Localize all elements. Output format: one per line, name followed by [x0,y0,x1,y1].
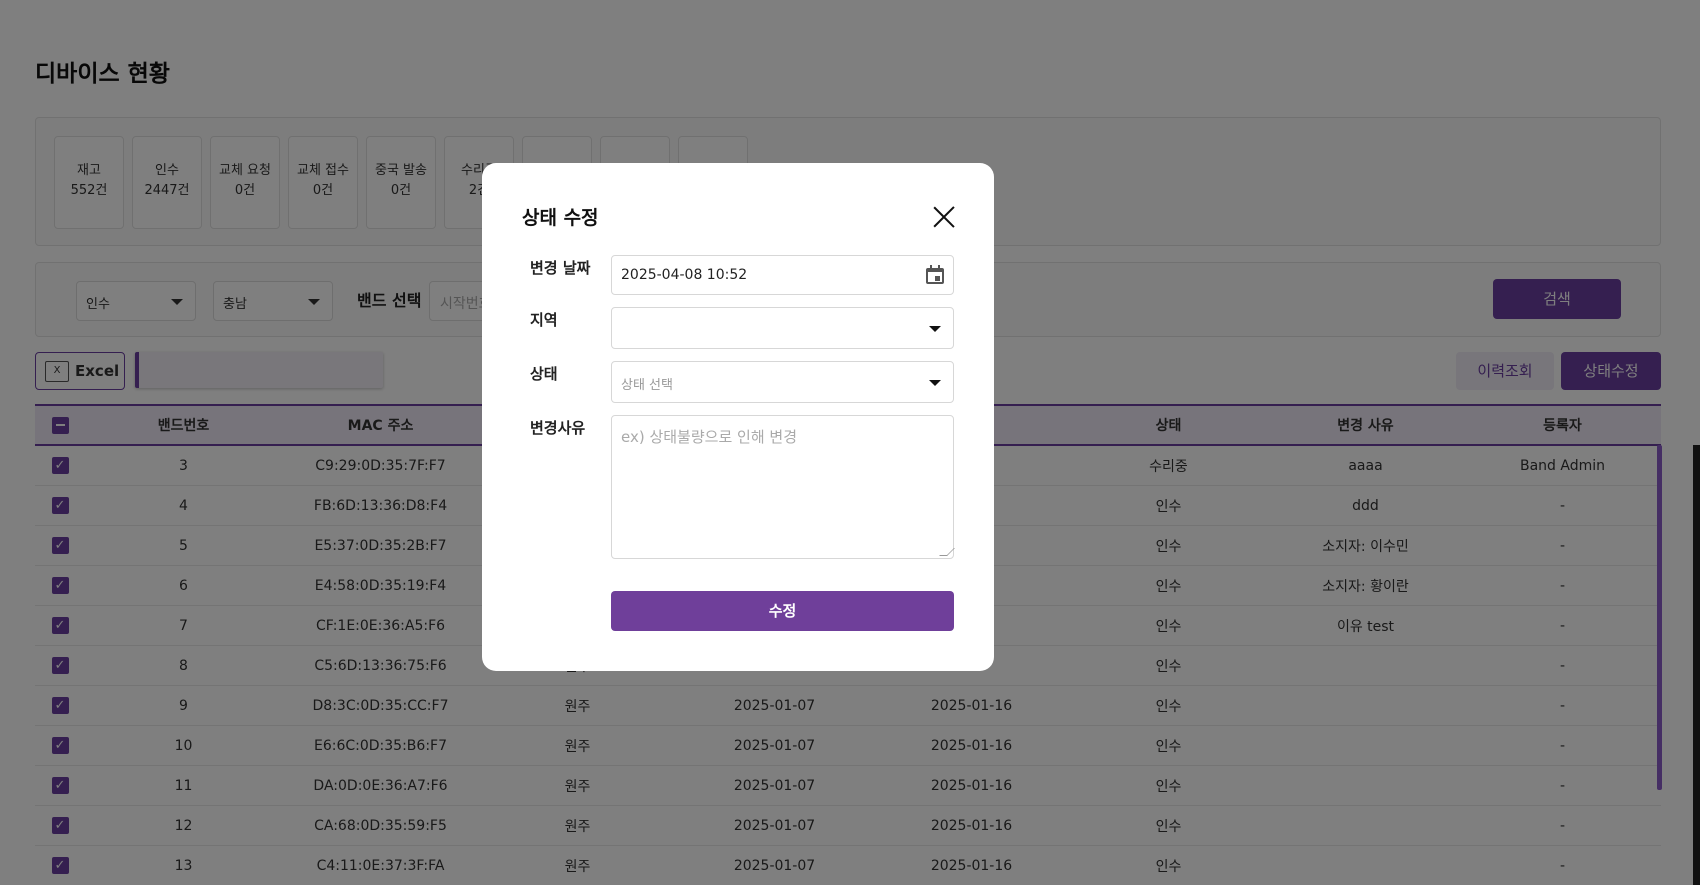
chevron-down-icon [929,326,941,332]
chevron-down-icon [929,380,941,386]
region-label: 지역 [530,311,558,329]
reason-placeholder: ex) 상태불량으로 인해 변경 [621,428,797,446]
calendar-icon[interactable] [925,265,945,285]
status-label: 상태 [530,365,558,383]
resize-handle-icon[interactable] [939,548,955,556]
change-date-value: 2025-04-08 10:52 [621,267,748,283]
close-icon[interactable] [932,205,956,229]
status-edit-modal: 상태 수정 변경 날짜 2025-04-08 10:52 지역 상태 상태 선택… [482,163,994,671]
modal-title: 상태 수정 [522,207,599,229]
change-date-label: 변경 날짜 [530,259,591,277]
reason-textarea[interactable]: ex) 상태불량으로 인해 변경 [611,415,955,559]
change-date-input[interactable]: 2025-04-08 10:52 [611,255,954,295]
submit-button[interactable]: 수정 [611,591,954,631]
region-select[interactable] [611,307,954,349]
page-scrollbar[interactable] [1693,445,1700,885]
reason-label: 변경사유 [530,419,586,437]
status-select[interactable]: 상태 선택 [611,361,954,403]
status-placeholder: 상태 선택 [621,378,673,393]
